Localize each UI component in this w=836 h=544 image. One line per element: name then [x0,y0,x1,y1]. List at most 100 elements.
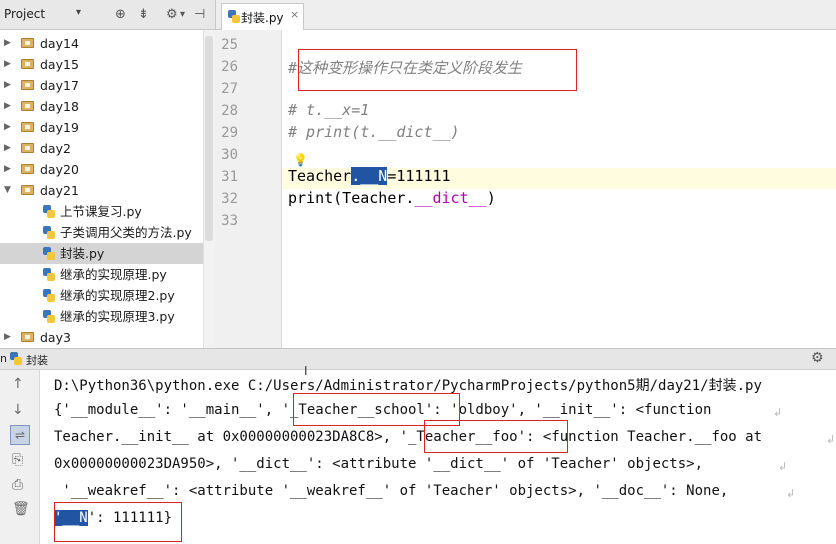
tree-folder-day3[interactable]: ▶ day3 [0,327,215,348]
collapse-arrow-icon[interactable]: ▶ [4,96,11,117]
tree-label: day18 [40,99,79,114]
line-number: 27 [221,81,238,97]
line-number: 26 [221,59,238,75]
folder-icon [21,185,34,195]
folder-icon [21,59,34,69]
collapse-arrow-icon[interactable]: ▶ [4,159,11,180]
tree-folder-day14[interactable]: ▶ day14 [0,33,215,54]
line-number: 31 [221,169,238,185]
code-line[interactable]: # t.__x=1 [288,101,369,119]
tree-label: day21 [40,183,79,198]
tree-scroll-thumb[interactable] [205,36,213,241]
python-file-icon [43,205,55,218]
line-number: 29 [221,125,238,141]
arrow-up-icon[interactable]: ↑ [12,376,24,392]
tree-label: day15 [40,57,79,72]
tree-label: 封装.py [60,246,105,261]
line-number: 32 [221,191,238,207]
soft-wrap-icon: ↲ [786,487,796,500]
tree-file[interactable]: 子类调用父类的方法.py [0,222,215,243]
tree-folder-day20[interactable]: ▶ day20 [0,159,215,180]
tree-file[interactable]: 继承的实现原理3.py [0,306,215,327]
trash-icon[interactable]: 🗑 [12,501,30,517]
collapse-arrow-icon[interactable]: ▶ [4,54,11,75]
selected-text: .__N [351,167,388,185]
python-file-icon [43,247,55,260]
code-line[interactable]: Teacher.__N=111111 [288,167,451,185]
target-icon[interactable]: ⊕ [115,7,126,22]
python-file-icon [43,289,55,302]
tree-label: day17 [40,78,79,93]
annotation-box [298,49,577,91]
tree-folder-day18[interactable]: ▶ day18 [0,96,215,117]
tree-label: day20 [40,162,79,177]
folder-icon [21,101,34,111]
python-file-icon [228,10,240,23]
tree-folder-day2[interactable]: ▶ day2 [0,138,215,159]
tree-label: day2 [40,141,71,156]
tree-label: 继承的实现原理.py [60,267,167,282]
gear-dropdown-icon[interactable]: ▾ [180,9,185,20]
folder-icon [21,122,34,132]
annotation-box [54,502,182,542]
wrap-icon[interactable]: ⇌ [10,425,30,445]
collapse-arrow-icon[interactable]: ▶ [4,33,11,54]
collapse-icon[interactable]: ⇟ [138,7,149,22]
folder-icon [21,332,34,342]
tree-folder-day15[interactable]: ▶ day15 [0,54,215,75]
tree-file[interactable]: 继承的实现原理2.py [0,285,215,306]
console-output-line: Teacher.__init__ at 0x00000000023DA8C8>,… [54,429,763,445]
tree-folder-day17[interactable]: ▶ day17 [0,75,215,96]
code-line[interactable]: print(Teacher.__dict__) [288,189,496,207]
project-tree: ▶ day14 ▶ day15 ▶ day17 ▶ day18 ▶ day19 ▶ day2 ▶ day2… [0,30,215,348]
folder-icon [21,164,34,174]
line-number: 30 [221,147,238,163]
lightbulb-icon[interactable]: 💡 [293,153,308,167]
soft-wrap-icon: ↲ [773,406,783,419]
tree-label: 上节课复习.py [60,204,142,219]
project-title[interactable]: Project [4,7,45,21]
collapse-arrow-icon[interactable]: ▶ [4,75,11,96]
annotation-box [424,420,568,453]
tree-label: day3 [40,330,71,345]
console-output-line: D:\Python36\python.exe C:/Users/Administ… [54,378,762,394]
expand-arrow-icon[interactable]: ▼ [4,180,11,201]
close-icon[interactable]: × [290,8,299,21]
tree-file[interactable]: 上节课复习.py [0,201,215,222]
export-icon[interactable]: ⎘ [12,452,23,468]
console-output-line: 0x00000000023DA950>, '__dict__': <attrib… [54,456,704,472]
print-icon[interactable]: ⎙ [12,477,23,493]
collapse-arrow-icon[interactable]: ▶ [4,327,11,348]
line-number: 33 [221,213,238,229]
run-settings-icon[interactable]: ⚙ [811,350,824,366]
arrow-down-icon[interactable]: ↓ [12,402,24,418]
editor-tab-label[interactable]: 封装.py [241,9,284,26]
soft-wrap-icon: ↲ [826,433,836,446]
gear-icon[interactable]: ⚙ [166,7,178,22]
run-prefix: n [0,352,7,365]
line-number: 28 [221,103,238,119]
soft-wrap-icon: ↲ [778,460,788,473]
hide-icon[interactable]: ⊣ [194,7,205,22]
tree-file[interactable]: 封装.py [0,243,215,264]
tree-folder-day21[interactable]: ▼ day21 [0,180,215,201]
python-file-icon [43,226,55,239]
collapse-arrow-icon[interactable]: ▶ [4,138,11,159]
tree-label: 继承的实现原理3.py [60,309,175,324]
run-title[interactable]: 封装 [26,352,48,368]
tree-file[interactable]: 继承的实现原理.py [0,264,215,285]
tree-label: 子类调用父类的方法.py [60,225,192,240]
console-output-line: '__weakref__': <attribute '__weakref__' … [54,483,729,499]
text-cursor-icon: I [304,364,308,378]
line-gutter [215,30,282,348]
tree-label: 继承的实现原理2.py [60,288,175,303]
folder-icon [21,143,34,153]
line-number: 25 [221,37,238,53]
code-line[interactable]: # print(t.__dict__) [288,123,460,141]
tree-folder-day19[interactable]: ▶ day19 [0,117,215,138]
collapse-arrow-icon[interactable]: ▶ [4,117,11,138]
folder-icon [21,80,34,90]
run-toolbar: ↑ ↓ ⇌ ⎘ ⎙ 🗑 [0,370,40,544]
project-dropdown-icon[interactable]: ▾ [76,7,81,18]
editor-tabbar [215,0,836,30]
